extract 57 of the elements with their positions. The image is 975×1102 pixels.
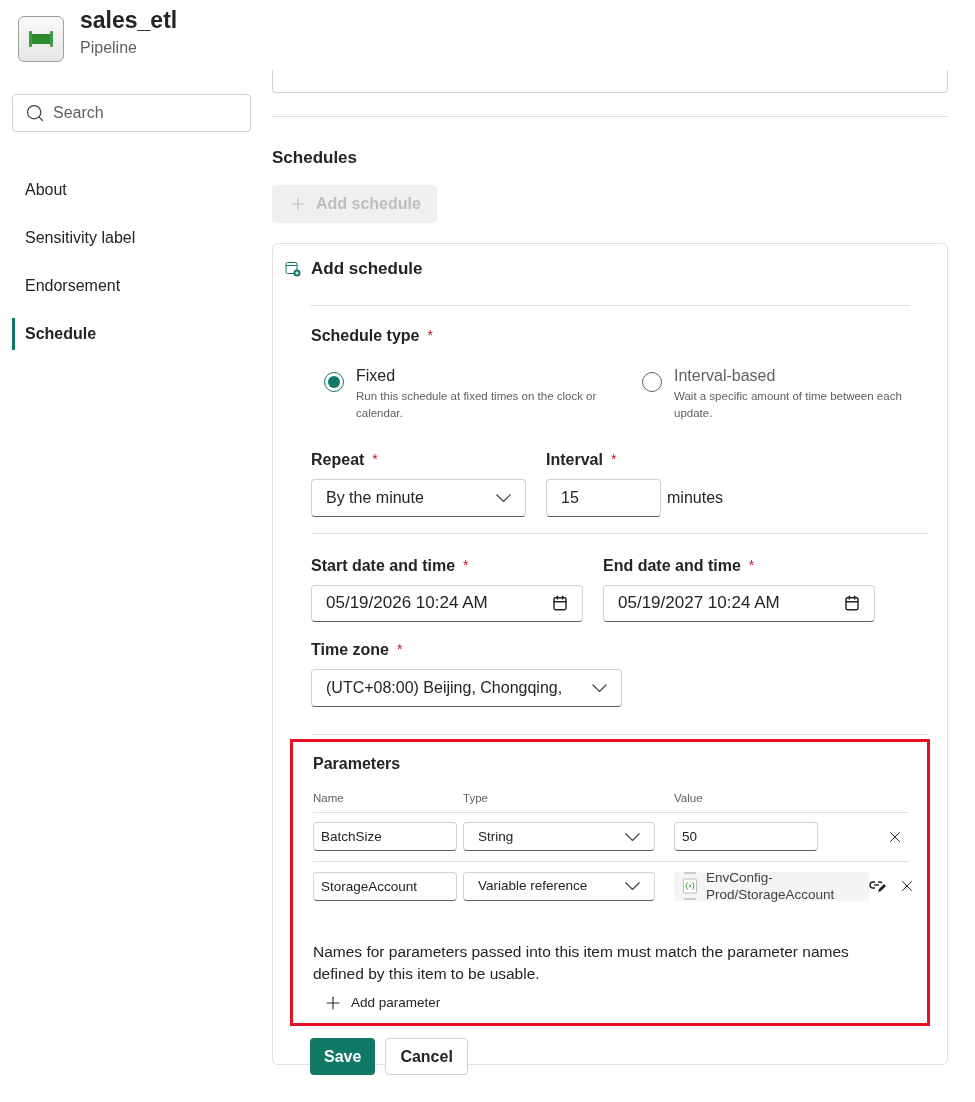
card-title: Add schedule <box>311 257 423 280</box>
section-heading: Schedules <box>272 147 359 169</box>
parameters-note: Names for parameters passed into this item must match the parameter names defined by this item to be usable. <box>313 941 850 984</box>
required-mark: * <box>463 556 469 575</box>
sidebar-item[interactable]: Schedule <box>12 318 251 350</box>
variable-reference-chip[interactable]: EnvConfig-Prod/StorageAccount <box>674 871 869 901</box>
search-icon <box>25 103 45 123</box>
sidebar-item[interactable]: Endorsement <box>12 270 251 302</box>
parameter-name-input[interactable]: StorageAccount <box>313 871 457 901</box>
sidebar-item[interactable]: Sensitivity label <box>12 222 251 254</box>
column-header: Name <box>313 790 345 806</box>
column-header: Type <box>463 790 489 806</box>
cancel-button[interactable]: Cancel <box>385 1038 468 1075</box>
item-title: sales_etl <box>80 6 178 35</box>
chevron-down-icon <box>592 683 607 692</box>
parameter-value-input[interactable]: 50 <box>674 822 818 852</box>
field-label: Schedule type <box>311 325 420 346</box>
save-button[interactable]: Save <box>310 1038 376 1075</box>
repeat-dropdown[interactable]: By the minute <box>311 478 526 517</box>
parameter-name-input[interactable]: BatchSize <box>313 822 457 852</box>
option-description: Run this schedule at fixed times on the clock or calendar. <box>356 388 598 421</box>
date-time-field[interactable]: 05/19/2027 10:24 AM <box>603 584 875 622</box>
field-label: Interval <box>546 449 603 470</box>
required-mark: * <box>396 640 403 659</box>
field-label: Repeat <box>311 449 365 470</box>
date-time-field[interactable]: 05/19/2026 10:24 AM <box>311 584 583 622</box>
calendar-icon <box>552 595 568 611</box>
chevron-down-icon <box>625 882 640 891</box>
option-label: Interval-based <box>674 365 777 386</box>
calendar-add-icon <box>285 260 301 277</box>
interval-input[interactable]: 15 <box>546 478 661 517</box>
time-zone-dropdown[interactable]: (UTC+08:00) Beijing, Chongqing, <box>311 668 622 707</box>
required-mark: * <box>427 326 433 345</box>
field-label: Start date and time <box>311 555 456 576</box>
search-field[interactable]: Search <box>12 94 251 132</box>
pipeline-logo-icon <box>18 16 64 62</box>
unit-label: minutes <box>667 487 724 508</box>
parameter-type-dropdown[interactable]: Variable reference <box>463 871 655 901</box>
add-parameter-button[interactable]: Add parameter <box>323 992 441 1013</box>
option-label: Fixed <box>356 365 397 386</box>
input-field[interactable] <box>272 70 948 93</box>
variable-icon <box>682 872 698 901</box>
calendar-icon <box>844 595 860 611</box>
chevron-down-icon <box>625 832 640 841</box>
column-header: Value <box>674 790 703 806</box>
section-heading: Parameters <box>313 753 402 774</box>
required-mark: * <box>610 450 617 469</box>
field-label: Time zone <box>311 639 389 660</box>
parameter-type-dropdown[interactable]: String <box>463 822 655 852</box>
sidebar-item[interactable]: About <box>12 174 251 206</box>
chevron-down-icon <box>496 493 511 502</box>
option-description: Wait a specific amount of time between each update. <box>674 388 903 421</box>
item-type: Pipeline <box>80 38 138 58</box>
required-mark: * <box>372 450 378 469</box>
field-label: End date and time <box>603 555 741 576</box>
edit-link-icon[interactable] <box>869 878 887 895</box>
required-mark: * <box>748 556 755 575</box>
